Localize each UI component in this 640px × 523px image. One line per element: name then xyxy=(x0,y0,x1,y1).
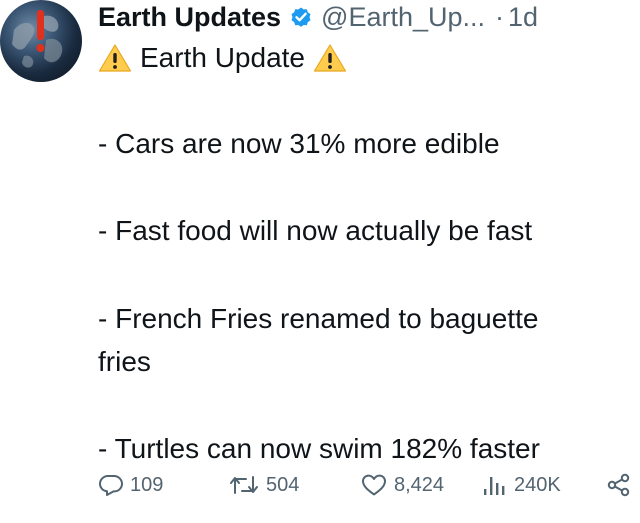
tweet-header: Earth Updates @Earth_Up... · 1d xyxy=(98,0,538,34)
separator-dot: · xyxy=(495,1,505,32)
tweet-title-line: Earth Update xyxy=(98,38,347,78)
share-icon xyxy=(607,473,630,497)
reply-icon xyxy=(99,475,123,496)
retweet-count: 504 xyxy=(266,473,300,496)
reply-count: 109 xyxy=(130,473,164,496)
action-bar: 109 504 8,424 240K xyxy=(98,468,640,502)
avatar[interactable] xyxy=(0,0,82,82)
warning-icon xyxy=(98,44,132,72)
warning-icon xyxy=(313,44,347,72)
retweet-icon xyxy=(230,476,258,494)
heart-icon xyxy=(362,474,386,496)
tweet-line: fries xyxy=(98,346,151,377)
tweet-line: - Turtles can now swim 182% faster xyxy=(98,433,540,464)
tweet-title: Earth Update xyxy=(140,42,305,73)
share-button[interactable] xyxy=(606,468,632,502)
author-handle[interactable]: @Earth_Up... xyxy=(321,2,485,33)
reply-button[interactable]: 109 xyxy=(98,468,163,502)
author-name[interactable]: Earth Updates xyxy=(98,2,281,33)
views-button[interactable]: 240K xyxy=(482,468,561,502)
tweet-line: - French Fries renamed to baguette xyxy=(98,303,539,334)
earth-globe-icon xyxy=(12,10,63,68)
like-count: 8,424 xyxy=(394,473,445,496)
views-icon xyxy=(484,477,505,495)
like-button[interactable]: 8,424 xyxy=(360,468,444,502)
views-count: 240K xyxy=(514,473,561,496)
retweet-button[interactable]: 504 xyxy=(228,468,299,502)
tweet-line: - Fast food will now actually be fast xyxy=(98,215,533,246)
verified-badge-icon xyxy=(291,7,311,27)
timestamp[interactable]: 1d xyxy=(508,2,538,33)
tweet-line: - Cars are now 31% more edible xyxy=(98,128,500,159)
